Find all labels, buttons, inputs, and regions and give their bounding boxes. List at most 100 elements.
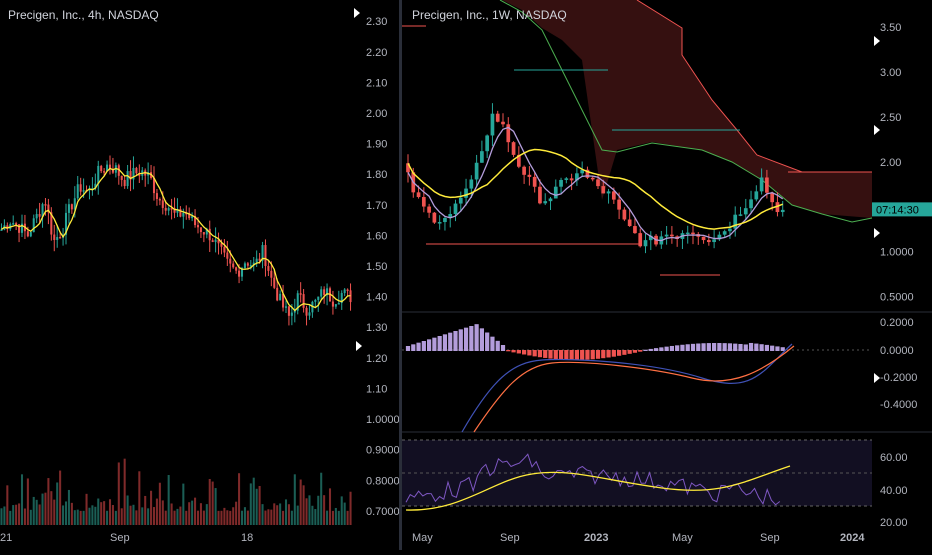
volume-bar xyxy=(314,509,317,525)
macd-histogram-bar xyxy=(617,350,622,356)
volume-bar xyxy=(264,510,267,525)
time-axis-label: 18 xyxy=(241,532,253,544)
volume-bar xyxy=(56,482,59,525)
macd-histogram-bar xyxy=(664,346,669,351)
right-chart-pane[interactable]: 3.503.002.502.001.501.00000.500007:14:30… xyxy=(402,0,932,550)
candle xyxy=(32,218,35,233)
volume-bar xyxy=(317,495,320,525)
candle xyxy=(120,175,123,180)
candle xyxy=(284,306,288,308)
candle xyxy=(728,228,732,232)
macd-histogram-bar xyxy=(574,350,579,360)
macd-histogram-bar xyxy=(675,345,680,351)
candle xyxy=(416,192,421,198)
volume-bar xyxy=(176,508,179,525)
candle xyxy=(238,270,241,277)
candle xyxy=(495,113,500,122)
volume-bar xyxy=(94,506,97,525)
right-chart-title: Precigen, Inc., 1W, NASDAQ xyxy=(412,8,567,22)
price-axis-label: 1.40 xyxy=(366,292,387,304)
candle xyxy=(305,307,308,316)
candle xyxy=(627,219,632,227)
left-chart-title: Precigen, Inc., 4h, NASDAQ xyxy=(8,8,159,22)
candle xyxy=(490,113,495,136)
candle xyxy=(759,177,764,192)
macd-histogram-bar xyxy=(690,343,696,351)
volume-bar xyxy=(38,504,41,525)
volume-bar xyxy=(320,472,323,525)
macd-histogram-bar xyxy=(416,342,421,351)
candle xyxy=(167,208,170,211)
macd-histogram-bar xyxy=(706,343,711,351)
candle xyxy=(553,186,558,199)
volume-bar xyxy=(88,507,91,525)
volume-bar xyxy=(23,508,26,525)
macd-histogram-bar xyxy=(738,343,743,351)
candle xyxy=(232,263,235,268)
candle xyxy=(182,212,185,217)
candle xyxy=(770,192,775,203)
candle xyxy=(267,265,270,271)
volume-bar xyxy=(82,510,85,525)
volume-bar xyxy=(9,510,12,525)
candle xyxy=(474,162,479,180)
volume-bar xyxy=(226,510,229,525)
price-axis-label: 2.10 xyxy=(366,77,387,89)
candle xyxy=(701,236,706,241)
candle xyxy=(754,191,759,200)
macd-histogram-bar xyxy=(638,350,643,352)
candle xyxy=(334,304,337,307)
volume-bar xyxy=(196,510,200,525)
price-axis-label: 2.50 xyxy=(880,112,901,124)
candle xyxy=(543,201,548,204)
volume-bar xyxy=(12,505,15,525)
right-chart-canvas[interactable]: 3.503.002.502.001.501.00000.500007:14:30… xyxy=(402,0,932,550)
macd-histogram-bar xyxy=(522,350,527,355)
volume-bar xyxy=(211,481,214,525)
price-axis-label: 1.10 xyxy=(366,383,387,395)
volume-bar xyxy=(299,479,302,525)
candle xyxy=(464,188,468,198)
candle xyxy=(126,171,129,187)
candle xyxy=(82,190,85,192)
macd-histogram-bar xyxy=(764,344,769,351)
macd-histogram-bar xyxy=(532,350,537,357)
macd-histogram-bar xyxy=(437,336,442,351)
macd-histogram-bar xyxy=(463,327,469,351)
candle xyxy=(722,231,727,235)
volume-bar xyxy=(223,507,226,525)
macd-histogram-bar xyxy=(474,324,479,351)
price-axis-label: 1.80 xyxy=(366,169,387,181)
volume-bar xyxy=(167,475,170,525)
volume-bar xyxy=(129,505,132,525)
volume-bar xyxy=(161,500,164,525)
candle xyxy=(59,237,62,239)
macd-histogram-bar xyxy=(701,343,706,351)
rsi-axis-label: 40.00 xyxy=(880,485,908,497)
volume-bar xyxy=(328,488,332,525)
volume-bar xyxy=(202,510,205,525)
volume-bar xyxy=(120,508,123,525)
candle xyxy=(314,299,317,302)
macd-histogram-bar xyxy=(448,332,453,351)
left-chart-pane[interactable]: 2.30 2.20 2.10 2.00 1.90 1.80 1.70 1.60 1.50 1.40… xyxy=(0,0,400,550)
candle xyxy=(302,294,305,308)
volume-bar xyxy=(220,510,223,525)
volume-bar xyxy=(0,508,3,525)
candle xyxy=(611,191,616,200)
candle xyxy=(664,234,669,237)
candle xyxy=(606,191,611,194)
volume-bar xyxy=(293,474,296,525)
volume-bar xyxy=(308,495,311,525)
candle xyxy=(223,246,226,253)
volume-bar xyxy=(126,495,129,525)
price-axis-label: 1.60 xyxy=(366,230,387,242)
candle xyxy=(522,166,526,175)
time-axis-label: May xyxy=(412,532,433,544)
macd-histogram-bar xyxy=(601,350,606,359)
volume-bar xyxy=(15,504,18,525)
price-axis-label: 0.8000 xyxy=(366,475,400,487)
left-chart-canvas[interactable]: 2.30 2.20 2.10 2.00 1.90 1.80 1.70 1.60 1.50 1.40… xyxy=(0,0,400,550)
macd-histogram-bar xyxy=(580,350,585,360)
candle xyxy=(469,179,474,189)
